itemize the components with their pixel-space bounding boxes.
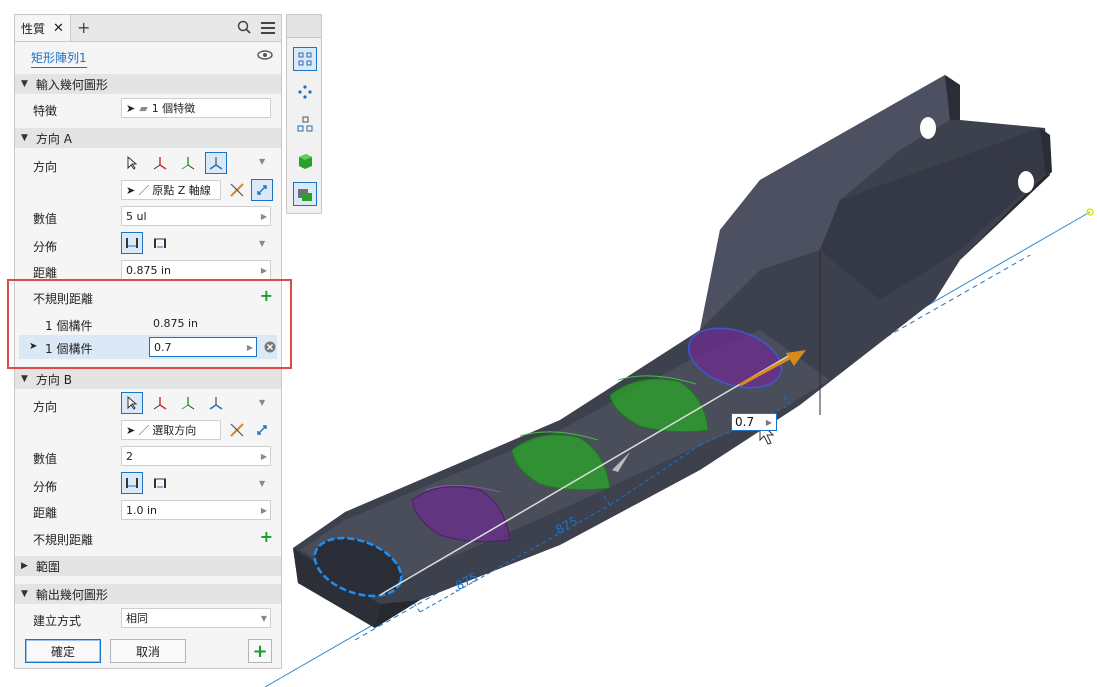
- direction-label: 方向: [33, 400, 58, 414]
- direction-a-value: 原點 Z 軸線: [152, 184, 211, 197]
- visibility-eye-icon[interactable]: [257, 50, 273, 63]
- bracket-part[interactable]: [293, 75, 1052, 628]
- section-title: 輸入幾何圖形: [35, 77, 108, 92]
- count-a-value[interactable]: 5 ul: [126, 210, 147, 223]
- select-arrow-icon: ➤: [126, 423, 136, 437]
- midplane-icon[interactable]: [226, 419, 248, 441]
- apply-plus-button[interactable]: +: [248, 639, 272, 663]
- flip-direction-icon[interactable]: [251, 419, 273, 441]
- feature-pattern-icon[interactable]: [293, 182, 317, 206]
- ok-button[interactable]: 確定: [25, 639, 101, 663]
- create-method-select[interactable]: 相同 ▼: [121, 608, 271, 628]
- dimension-input-box[interactable]: 0.7 ▶: [731, 413, 777, 431]
- dimension-input-value[interactable]: 0.7: [735, 415, 754, 429]
- distance-a-value[interactable]: 0.875 in: [126, 264, 171, 277]
- select-direction-icon[interactable]: [121, 152, 143, 174]
- section-title: 方向 A: [35, 131, 72, 146]
- hamburger-menu-icon[interactable]: [261, 22, 275, 37]
- section-direction-b[interactable]: ▼ 方向 B: [15, 369, 281, 389]
- section-input-geometry[interactable]: ▼ 輸入幾何圖形: [15, 74, 281, 94]
- collapse-arrow-icon: ▼: [21, 79, 28, 89]
- fit-icon[interactable]: [149, 232, 171, 254]
- y-axis-icon[interactable]: [177, 152, 199, 174]
- distribution-dropdown-icon[interactable]: ▼: [259, 479, 265, 488]
- count-b-field[interactable]: 2 ▶: [121, 446, 271, 466]
- count-b-value[interactable]: 2: [126, 450, 133, 463]
- features-selector[interactable]: ➤ ▰ 1 個特徵: [121, 98, 271, 118]
- create-method-value: 相同: [126, 612, 148, 625]
- collapse-arrow-icon: ▼: [21, 374, 28, 384]
- rectangular-pattern-icon[interactable]: [293, 47, 317, 71]
- cancel-button[interactable]: 取消: [110, 639, 186, 663]
- count-label: 數值: [33, 452, 58, 466]
- flip-direction-icon[interactable]: [251, 179, 273, 201]
- z-axis-icon[interactable]: [205, 152, 227, 174]
- spacing-icon[interactable]: [121, 232, 143, 254]
- section-output-geometry[interactable]: ▼ 輸出幾何圖形: [15, 584, 281, 604]
- tab-label: 性質: [21, 21, 46, 36]
- direction-label: 方向: [33, 160, 58, 174]
- midplane-icon[interactable]: [226, 179, 248, 201]
- circular-pattern-icon[interactable]: [293, 80, 317, 104]
- search-icon[interactable]: [237, 20, 251, 37]
- create-method-label: 建立方式: [33, 614, 82, 628]
- collapse-arrow-icon: ▼: [21, 133, 28, 143]
- direction-dropdown-icon[interactable]: ▼: [259, 398, 265, 407]
- x-axis-icon[interactable]: [149, 392, 171, 414]
- section-direction-a[interactable]: ▼ 方向 A: [15, 128, 281, 148]
- tab-properties[interactable]: 性質 ✕: [15, 15, 71, 41]
- x-axis-icon[interactable]: [149, 152, 171, 174]
- irregular-distance-label: 不規則距離: [33, 533, 94, 547]
- feature-icon: ▰: [139, 101, 148, 115]
- distribution-label: 分佈: [33, 240, 58, 254]
- features-value: 1 個特徵: [151, 102, 196, 115]
- mini-toolbar: [286, 14, 322, 214]
- dimension-input-arrow-icon[interactable]: ▶: [766, 418, 772, 427]
- close-icon[interactable]: ✕: [53, 21, 64, 36]
- spinner-arrow-icon[interactable]: ▶: [261, 212, 267, 221]
- section-range[interactable]: ▶ 範圍: [15, 556, 281, 576]
- select-arrow-icon: ➤: [126, 101, 136, 115]
- count-label: 數值: [33, 212, 58, 226]
- chevron-down-icon[interactable]: ▼: [261, 614, 267, 623]
- y-axis-icon[interactable]: [177, 392, 199, 414]
- distance-b-field[interactable]: 1.0 in ▶: [121, 500, 271, 520]
- distance-b-value[interactable]: 1.0 in: [126, 504, 157, 517]
- add-irregular-distance-icon[interactable]: +: [260, 527, 273, 546]
- direction-a-selector[interactable]: ➤ ／ 原點 Z 軸線: [121, 180, 221, 200]
- add-tab-icon[interactable]: +: [77, 18, 90, 37]
- sketch-pattern-icon[interactable]: [293, 112, 317, 136]
- collapse-arrow-icon: ▼: [21, 589, 28, 599]
- spacing-icon[interactable]: [121, 472, 143, 494]
- select-direction-icon[interactable]: [121, 392, 143, 414]
- section-title: 範圍: [35, 559, 60, 574]
- section-title: 方向 B: [35, 372, 72, 387]
- distribution-label: 分佈: [33, 480, 58, 494]
- line-icon: ／: [138, 424, 150, 437]
- direction-dropdown-icon[interactable]: ▼: [259, 157, 265, 166]
- distance-a-field[interactable]: 0.875 in ▶: [121, 260, 271, 280]
- select-arrow-icon: ➤: [126, 183, 136, 197]
- panel-tabbar: 性質 ✕ +: [15, 15, 281, 42]
- distance-label: 距離: [33, 506, 58, 520]
- spinner-arrow-icon[interactable]: ▶: [261, 506, 267, 515]
- fit-icon[interactable]: [149, 472, 171, 494]
- spinner-arrow-icon[interactable]: ▶: [261, 452, 267, 461]
- features-label: 特徵: [33, 104, 58, 118]
- section-title: 輸出幾何圖形: [35, 587, 108, 602]
- direction-b-value: 選取方向: [152, 424, 197, 437]
- expand-arrow-icon: ▶: [21, 561, 28, 571]
- z-axis-icon[interactable]: [205, 392, 227, 414]
- solid-body-icon[interactable]: [293, 149, 317, 173]
- feature-name-link[interactable]: 矩形陣列1: [31, 49, 87, 68]
- line-icon: ／: [138, 184, 150, 197]
- direction-b-selector[interactable]: ➤ ／ 選取方向: [121, 420, 221, 440]
- spinner-arrow-icon[interactable]: ▶: [261, 266, 267, 275]
- highlight-box: [7, 279, 292, 369]
- distribution-dropdown-icon[interactable]: ▼: [259, 239, 265, 248]
- count-a-field[interactable]: 5 ul ▶: [121, 206, 271, 226]
